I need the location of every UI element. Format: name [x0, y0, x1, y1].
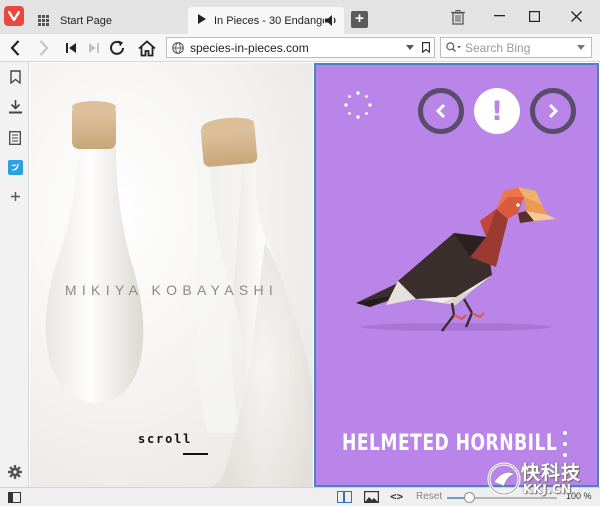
rewind-button[interactable]	[61, 38, 81, 58]
maximize-button[interactable]	[524, 8, 544, 24]
page-tiling-icon[interactable]	[337, 491, 352, 503]
porcelain-bottles-image	[45, 101, 313, 487]
notes-icon	[9, 131, 21, 145]
fast-forward-icon	[89, 43, 99, 53]
loading-dots-icon	[344, 91, 372, 119]
twitter-web-panel-button[interactable]	[6, 158, 24, 176]
more-options-icon[interactable]	[560, 431, 570, 457]
rewind-icon	[66, 43, 76, 53]
reload-button[interactable]	[107, 38, 127, 58]
bookmarks-icon	[9, 70, 21, 84]
home-icon	[138, 39, 156, 56]
chevron-right-icon	[39, 40, 49, 56]
right-tile-webpage[interactable]: ! HELMETED HORNBILL	[314, 63, 599, 487]
image-icon[interactable]	[364, 491, 379, 503]
kkj-logo-icon	[487, 462, 521, 496]
tab-in-pieces[interactable]: In Pieces - 30 Endangered	[188, 7, 344, 34]
close-icon	[570, 10, 582, 22]
bookmarks-panel-button[interactable]	[6, 68, 24, 86]
fast-forward-button[interactable]	[84, 38, 104, 58]
close-window-button[interactable]	[566, 8, 586, 24]
tab-bar: Start Page In Pieces - 30 Endangered +	[0, 0, 600, 34]
scroll-hint: scroll	[138, 432, 193, 446]
tab-start-page[interactable]: Start Page	[32, 7, 185, 34]
watermark-domain: KKJ.CN	[523, 482, 572, 496]
watermark: 快科技 KKJ.CN	[487, 458, 599, 504]
previous-species-button[interactable]	[418, 88, 464, 134]
add-web-panel-button[interactable]	[6, 187, 24, 205]
search-engine-dropdown-icon[interactable]	[577, 45, 585, 50]
search-input[interactable]	[465, 40, 577, 55]
vivaldi-logo-icon	[8, 11, 20, 21]
zoom-reset-button[interactable]: Reset	[416, 491, 442, 502]
maximize-icon	[528, 10, 540, 22]
tab-label: In Pieces - 30 Endangered	[214, 14, 324, 27]
side-panel	[0, 62, 29, 487]
left-tile-webpage[interactable]: MIKIYA KOBAYASHI scroll	[30, 63, 313, 487]
panel-toggle-button[interactable]	[8, 492, 21, 503]
next-species-button[interactable]	[530, 88, 576, 134]
info-button[interactable]: !	[474, 88, 520, 134]
speaker-icon[interactable]	[324, 15, 338, 26]
zoom-slider-thumb[interactable]	[464, 492, 475, 503]
downloads-icon	[8, 100, 22, 114]
home-button[interactable]	[137, 38, 157, 58]
reload-icon	[110, 40, 124, 55]
settings-button[interactable]	[6, 463, 24, 481]
bookmark-icon[interactable]	[422, 42, 430, 53]
minimize-icon	[493, 15, 505, 17]
settings-gear-icon	[8, 465, 22, 479]
species-name: HELMETED HORNBILL	[342, 431, 558, 456]
minimize-button[interactable]	[489, 8, 509, 24]
url-text[interactable]: species-in-pieces.com	[190, 41, 406, 55]
globe-icon	[172, 41, 184, 54]
notes-panel-button[interactable]	[6, 129, 24, 147]
page-title: MIKIYA KOBAYASHI	[64, 282, 279, 298]
watermark-title: 快科技	[521, 462, 582, 484]
vivaldi-menu-button[interactable]	[4, 6, 24, 26]
chevron-right-icon	[548, 103, 559, 119]
new-tab-button[interactable]: +	[351, 11, 368, 28]
play-icon	[198, 14, 206, 27]
hornbill-illustration	[356, 187, 556, 332]
page-actions-code-icon[interactable]: <>	[390, 490, 403, 503]
trash-icon[interactable]	[451, 10, 465, 28]
chevron-left-icon	[435, 103, 446, 119]
url-field[interactable]: species-in-pieces.com	[166, 37, 435, 58]
twitter-icon	[7, 159, 23, 175]
tab-label: Start Page	[60, 14, 112, 27]
search-icon	[446, 42, 461, 53]
scroll-hint-line	[183, 453, 208, 455]
back-button[interactable]	[5, 38, 25, 58]
search-field[interactable]	[440, 37, 592, 58]
exclamation-icon: !	[490, 95, 504, 127]
downloads-panel-button[interactable]	[6, 98, 24, 116]
add-panel-icon	[10, 191, 20, 201]
forward-button[interactable]	[34, 38, 54, 58]
address-toolbar: species-in-pieces.com	[0, 34, 600, 62]
chevron-left-icon	[10, 40, 20, 56]
url-history-dropdown-icon[interactable]	[406, 45, 414, 50]
speed-dial-grid-icon	[38, 14, 52, 28]
